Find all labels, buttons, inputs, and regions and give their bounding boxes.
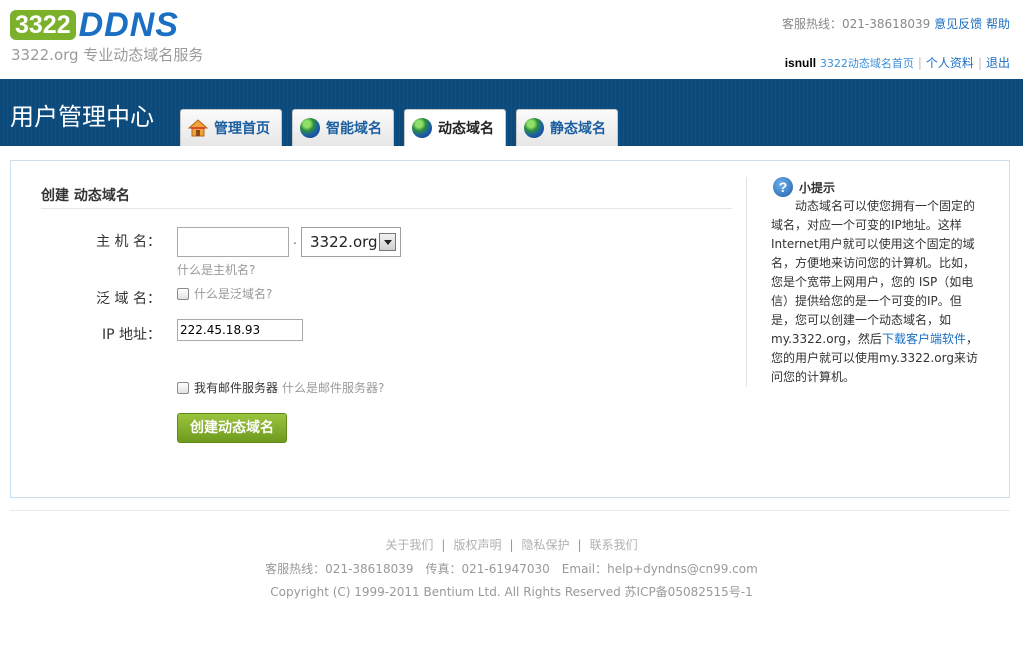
hostname-label: 主 机 名： [96,234,161,250]
question-icon: ? [773,177,793,197]
profile-link[interactable]: 个人资料 [926,56,974,70]
hotline-bar: 客服热线：021-38618039 意见反馈 帮助 [782,15,1010,32]
globe-icon [300,118,320,138]
divider [41,208,732,209]
portal-link[interactable]: 3322动态域名首页 [820,57,914,70]
ip-label: IP 地址： [101,327,161,343]
dot-separator: . [293,233,297,247]
tip-title: 小提示 [799,181,836,195]
feedback-link[interactable]: 意见反馈 [934,17,982,31]
logo-number: 3322 [10,10,76,40]
logout-link[interactable]: 退出 [986,56,1010,70]
tab-home[interactable]: 管理首页 [180,109,282,146]
ip-input[interactable] [177,319,303,341]
tab-label: 管理首页 [214,121,270,137]
mailserver-label[interactable]: 我有邮件服务器 [194,379,278,396]
tip-line: 信）提供给您的是一个可变的IP。但 [771,294,962,308]
tab-label: 动态域名 [438,121,494,137]
mailserver-checkbox[interactable] [177,382,189,394]
tab-dynamic-domain[interactable]: 动态域名 [404,109,506,146]
globe-icon [412,118,432,138]
chevron-down-icon[interactable] [379,233,396,251]
main-panel: 创建 动态域名 主 机 名： . 3322.org 什么是主机名? 泛 域 名：… [10,160,1010,498]
tip-line: 是，您可以创建一个动态域名，如 [771,313,952,327]
tip-line: 域名，对应一个可变的IP地址。这样 [771,218,962,232]
globe-icon [524,118,544,138]
footer-link-privacy[interactable]: 隐私保护 [522,538,570,552]
tip-line: 问您的计算机。 [771,370,856,384]
hostname-input[interactable] [177,227,289,257]
home-icon [187,118,209,138]
footer-link-copyright[interactable]: 版权声明 [453,538,501,552]
tip-line: 名，方便地来访问您的计算机。比如， [771,256,976,270]
wildcard-checkbox[interactable] [177,288,189,300]
tab-label: 智能域名 [326,121,382,137]
hotline-text: 客服热线：021-38618039 [781,17,931,31]
tip-line: 动态域名可以使您拥有一个固定的 [771,199,976,213]
tip-line: Internet用户就可以使用这个固定的域 [771,237,975,251]
logo[interactable]: 3322 DDNS [10,6,179,44]
tab-static-domain[interactable]: 静态域名 [516,109,618,146]
domain-select[interactable]: 3322.org [301,227,401,257]
logo-ddns: DDNS [78,6,179,44]
user-links: isnull 3322动态域名首页 | 个人资料 | 退出 [784,56,1010,70]
page-title: 用户管理中心 [10,103,154,131]
tip-line: my.3322.org，然后下载客户端软件， [771,332,978,346]
wildcard-label: 泛 域 名： [96,291,161,307]
footer-divider [10,510,1010,511]
footer-link-contact[interactable]: 联系我们 [590,538,638,552]
footer-contact: 客服热线：021-38618039 传真：021-61947030 Email：… [265,562,758,576]
tagline: 3322.org 专业动态域名服务 [11,46,204,64]
tab-label: 静态域名 [550,121,606,137]
create-domain-button[interactable]: 创建动态域名 [177,413,287,443]
mailserver-help-link[interactable]: 什么是邮件服务器? [282,379,384,396]
tip-line: 您的用户就可以使用my.3322.org来访 [771,351,978,365]
footer-links: 关于我们 | 版权声明 | 隐私保护 | 联系我们 [385,538,638,552]
footer-copyright: Copyright (C) 1999-2011 Bentium Ltd. All… [270,585,753,599]
footer-link-about[interactable]: 关于我们 [385,538,433,552]
tip-line: 您是个宽带上网用户，您的 ISP（如电 [771,275,974,289]
domain-select-value: 3322.org [310,233,378,251]
download-client-link[interactable]: 下载客户端软件 [882,332,966,346]
hostname-help-link[interactable]: 什么是主机名? [177,261,255,278]
divider [746,177,747,387]
form-title: 创建 动态域名 [41,188,130,204]
wildcard-help-link[interactable]: 什么是泛域名? [194,285,272,302]
tab-smart-domain[interactable]: 智能域名 [292,109,394,146]
help-link[interactable]: 帮助 [986,17,1010,31]
username: isnull [784,56,817,70]
tip-body: 动态域名可以使您拥有一个固定的 域名，对应一个可变的IP地址。这样 Intern… [771,197,981,387]
